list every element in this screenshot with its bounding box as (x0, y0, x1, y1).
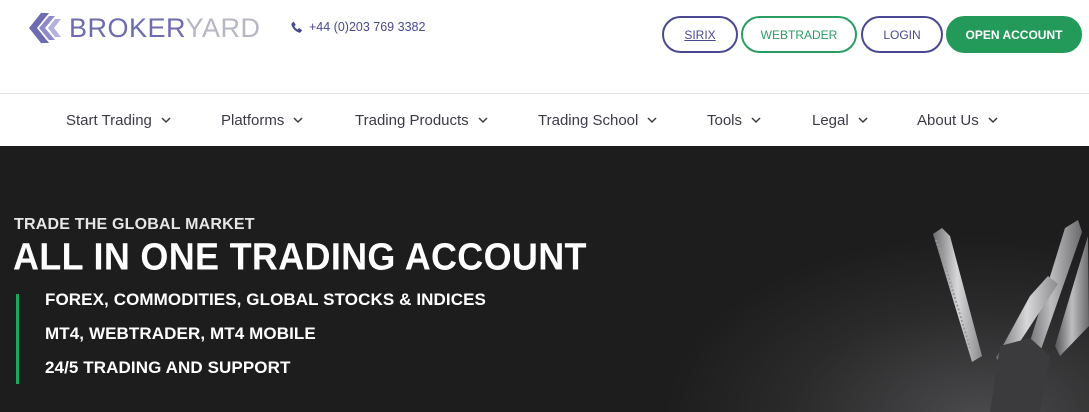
nav-item-label: Trading School (538, 112, 639, 129)
hero-feature-item: 24/5 TRADING AND SUPPORT (45, 358, 291, 377)
open-account-button[interactable]: OPEN ACCOUNT (946, 16, 1082, 53)
nav-item-label: Legal (812, 112, 849, 129)
chevron-down-icon (647, 117, 657, 124)
chevron-down-icon (293, 117, 303, 124)
hero-kicker: TRADE THE GLOBAL MARKET (14, 216, 255, 233)
hero-feature-item: MT4, WEBTRADER, MT4 MOBILE (45, 324, 316, 343)
nav-item-label: Start Trading (66, 112, 152, 129)
nav-item-label: Trading Products (355, 112, 469, 129)
hero-feature-item: FOREX, COMMODITIES, GLOBAL STOCKS & INDI… (45, 290, 486, 309)
multitool-knife-image (933, 220, 1089, 412)
brand-name: BROKERYARD (69, 12, 261, 43)
nav-item-label: Tools (707, 112, 743, 129)
nav-item-trading-products[interactable]: Trading Products (355, 94, 488, 147)
chevron-down-icon (751, 117, 761, 124)
hero-feature-list: FOREX, COMMODITIES, GLOBAL STOCKS & INDI… (45, 290, 486, 392)
main-nav: Start Trading Platforms Trading Products… (0, 93, 1089, 146)
webtrader-button[interactable]: WEBTRADER (741, 16, 857, 53)
nav-item-legal[interactable]: Legal (812, 94, 868, 147)
hero-accent-bar (16, 294, 19, 384)
brand-name-secondary: YARD (185, 12, 261, 43)
nav-item-label: About Us (917, 112, 979, 129)
hero-title: ALL IN ONE TRADING ACCOUNT (13, 234, 587, 278)
chevron-down-icon (988, 117, 998, 124)
brand-name-primary: BROKER (69, 12, 186, 43)
nav-item-platforms[interactable]: Platforms (221, 94, 303, 147)
nav-item-trading-school[interactable]: Trading School (538, 94, 657, 147)
sirix-button[interactable]: SIRIX (662, 16, 738, 53)
brand-logo[interactable]: BROKERYARD (27, 8, 261, 48)
top-header: BROKERYARD +44 (0)203 769 3382 SIRIX WEB… (0, 0, 1089, 93)
nav-item-label: Platforms (221, 112, 285, 129)
nav-item-start-trading[interactable]: Start Trading (66, 94, 171, 147)
phone-contact[interactable]: +44 (0)203 769 3382 (290, 20, 425, 34)
diamond-logo-icon (29, 13, 61, 43)
hero-banner: TRADE THE GLOBAL MARKET ALL IN ONE TRADI… (0, 146, 1089, 412)
chevron-down-icon (858, 117, 868, 124)
nav-item-tools[interactable]: Tools (707, 94, 761, 147)
phone-icon (291, 21, 302, 33)
nav-item-about-us[interactable]: About Us (917, 94, 998, 147)
phone-number: +44 (0)203 769 3382 (309, 20, 426, 34)
chevron-down-icon (478, 117, 488, 124)
chevron-down-icon (161, 117, 171, 124)
login-button[interactable]: LOGIN (861, 16, 943, 53)
